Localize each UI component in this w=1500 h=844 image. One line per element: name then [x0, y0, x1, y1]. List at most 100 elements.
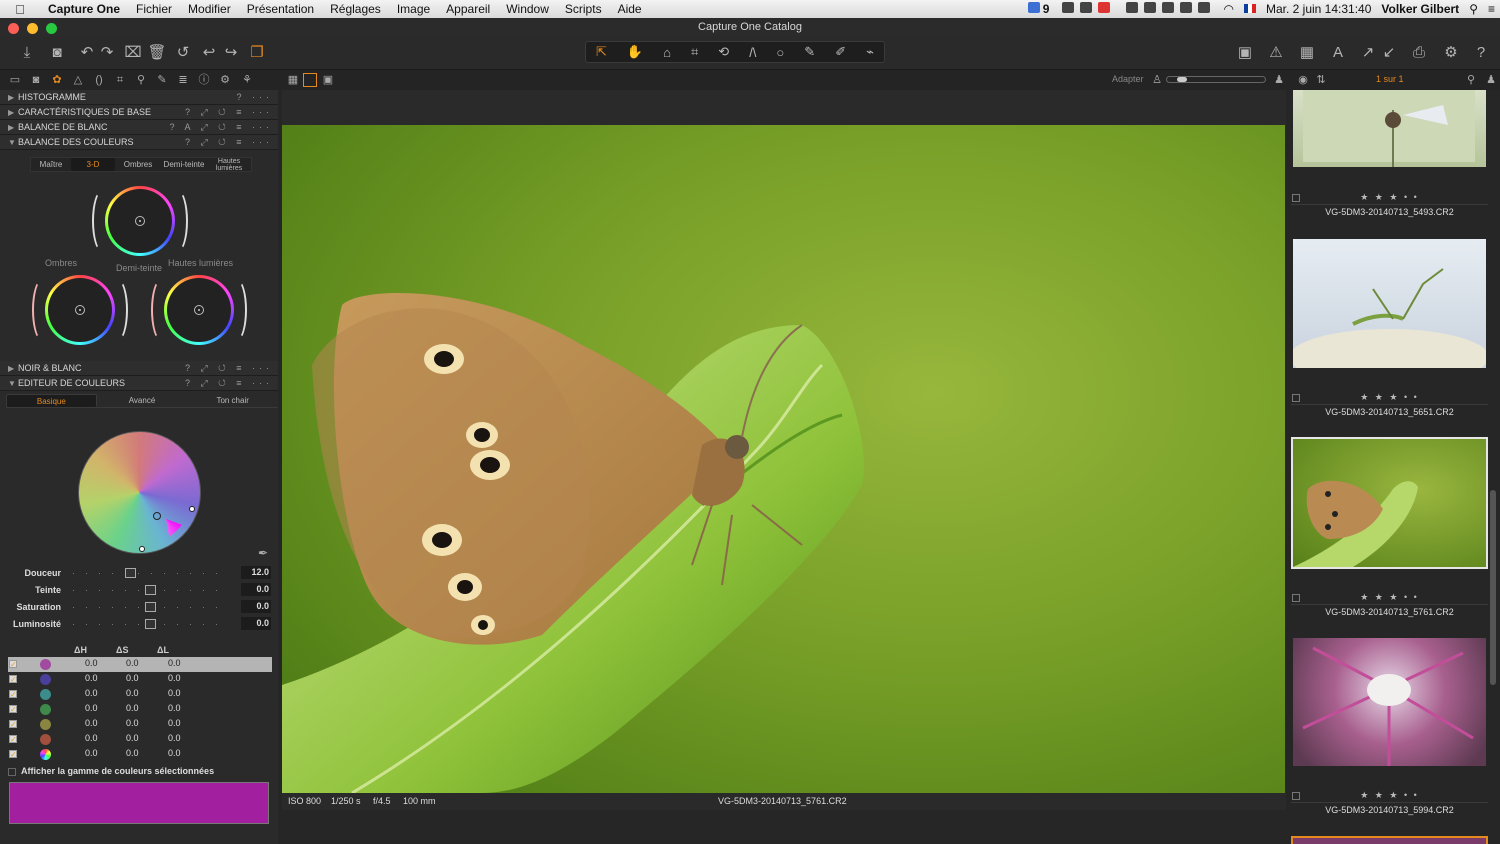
highlights-left-arc[interactable]	[151, 279, 171, 341]
table-row[interactable]: ✓ 0.0 0.0 0.0	[8, 732, 272, 747]
section-color-balance[interactable]: ▼ BALANCE DES COULEURS? ⤢ ↺ ≡ ···	[0, 135, 278, 150]
slider-teinte-value[interactable]: 0.0	[241, 583, 271, 596]
notification-center-icon[interactable]: ≡	[1483, 2, 1500, 16]
trash-icon[interactable]: 🗑	[146, 42, 168, 64]
spotlight-search-icon[interactable]: ⚲	[1464, 2, 1483, 16]
section-ce-icons[interactable]: ? ⤢ ↺ ≡ ···	[185, 376, 273, 391]
redo-icon[interactable]: ↪	[220, 42, 242, 64]
undo-icon[interactable]: ↩	[198, 42, 220, 64]
lens-tab-icon[interactable]: ()	[92, 73, 106, 87]
metadata-tab-icon[interactable]: ⓘ	[197, 73, 211, 87]
tab-basique[interactable]: Basique	[6, 394, 97, 407]
status-app-icons[interactable]	[1118, 2, 1218, 16]
show-gamut-label[interactable]: Afficher la gamme de couleurs sélectionn…	[21, 766, 214, 776]
tab-highlights[interactable]: Hautes lumières	[207, 158, 251, 172]
highlights-color-wheel[interactable]	[164, 275, 234, 345]
styles-tab-icon[interactable]: ⚘	[240, 73, 254, 87]
midtones-color-wheel[interactable]	[105, 186, 175, 256]
help-icon[interactable]: ?	[1470, 42, 1492, 64]
tab-shadows[interactable]: Ombres	[115, 158, 161, 171]
highlights-wheel-handle[interactable]	[194, 305, 204, 315]
library-tab-icon[interactable]: ▭	[8, 73, 22, 87]
thumb-5651-stars[interactable]: ★ ★ ★ • •	[1291, 392, 1488, 403]
table-row[interactable]: ✓ 0.0 0.0 0.0	[8, 657, 272, 672]
row-enable-checkbox[interactable]: ✓	[9, 750, 17, 759]
color-editor-range-handle-2[interactable]	[139, 546, 145, 552]
apple-menu-icon[interactable]: 	[0, 2, 40, 17]
color-editor-range-handle-1[interactable]	[189, 506, 195, 512]
camera-capture-icon[interactable]: ◙	[46, 42, 68, 64]
clock-text[interactable]: Mar. 2 juin 14:31:40	[1261, 2, 1376, 16]
section-black-white[interactable]: ▶ NOIR & BLANC? ⤢ ↺ ≡ ···	[0, 361, 278, 376]
rotate-tool-icon[interactable]: ⟲	[718, 44, 729, 60]
slider-douceur-value[interactable]: 12.0	[241, 566, 271, 579]
loupe-icon[interactable]: ⌂	[663, 45, 671, 60]
copy-adjustments-icon[interactable]: ↗	[1357, 42, 1379, 64]
table-row[interactable]: ✓ 0.0 0.0 0.0	[8, 702, 272, 717]
eraser-icon[interactable]: ✐	[835, 44, 846, 60]
menu-window[interactable]: Window	[498, 2, 557, 16]
keystone-icon[interactable]: /\	[749, 45, 756, 60]
menu-presentation[interactable]: Présentation	[239, 2, 322, 16]
brush-icon[interactable]: ✎	[804, 44, 815, 60]
local-adjust-tab-icon[interactable]: ✎	[155, 73, 169, 87]
apply-adjustments-icon[interactable]: ↙	[1378, 42, 1400, 64]
thumb-5761-checkbox[interactable]	[1292, 594, 1300, 602]
highlights-right-arc[interactable]	[227, 279, 247, 341]
text-overlay-icon[interactable]: A	[1327, 42, 1349, 64]
minimize-window-button[interactable]	[27, 23, 38, 34]
sort-icon[interactable]: ⇅	[1314, 73, 1328, 87]
browser-scrollbar[interactable]	[1490, 490, 1496, 685]
thumbnail-5651[interactable]	[1293, 239, 1486, 368]
tab-midtones[interactable]: Demi-teinte	[161, 158, 207, 171]
batch-tab-icon[interactable]: ⚙	[218, 73, 232, 87]
rotate-left-icon[interactable]: ↶	[76, 42, 98, 64]
capture-tab-icon[interactable]: ◙	[29, 73, 43, 87]
eye-icon[interactable]: ◉	[1296, 73, 1310, 87]
select-cursor-icon[interactable]: ⇱	[596, 44, 607, 60]
close-window-button[interactable]	[8, 23, 19, 34]
show-gamut-checkbox[interactable]	[8, 767, 16, 776]
menu-reglages[interactable]: Réglages	[322, 2, 389, 16]
color-editor-center-handle[interactable]	[153, 512, 161, 520]
menu-app[interactable]: Capture One	[40, 2, 128, 16]
row-enable-checkbox[interactable]: ✓	[9, 675, 17, 684]
color-tab-icon[interactable]: ✿	[50, 73, 64, 87]
zoom-window-button[interactable]	[46, 23, 57, 34]
rotate-right-icon[interactable]: ↷	[96, 42, 118, 64]
shadows-color-wheel[interactable]	[45, 275, 115, 345]
color-editor-wheel[interactable]	[78, 431, 201, 554]
single-view-icon[interactable]	[303, 73, 317, 87]
menu-scripts[interactable]: Scripts	[557, 2, 610, 16]
section-basic-characteristics[interactable]: ▶ CARACTÉRISTIQUES DE BASE? ⤢ ↺ ≡ ···	[0, 105, 278, 120]
settings-gear-icon[interactable]: ⚙	[1440, 42, 1462, 64]
composition-tab-icon[interactable]: ⌗	[113, 73, 127, 87]
shadows-left-arc[interactable]	[32, 279, 52, 341]
pan-hand-icon[interactable]: ✋	[627, 44, 643, 60]
midtones-left-arc[interactable]	[92, 190, 112, 252]
compare-view-icon[interactable]: ▣	[321, 73, 335, 87]
details-tab-icon[interactable]: ⚲	[134, 73, 148, 87]
menu-fichier[interactable]: Fichier	[128, 2, 180, 16]
export-icon[interactable]: ⌧	[122, 42, 144, 64]
section-color-editor[interactable]: ▼ EDITEUR DE COULEURS? ⤢ ↺ ≡ ···	[0, 376, 278, 391]
zoom-in-person-icon[interactable]: ♟	[1272, 73, 1286, 87]
table-row[interactable]: ✓ 0.0 0.0 0.0	[8, 747, 272, 762]
slider-saturation-knob[interactable]	[145, 602, 156, 612]
slider-douceur-knob[interactable]	[125, 568, 136, 578]
table-row[interactable]: ✓ 0.0 0.0 0.0	[8, 717, 272, 732]
row-enable-checkbox[interactable]: ✓	[9, 660, 17, 669]
user-name[interactable]: Volker Gilbert	[1376, 2, 1464, 16]
row-enable-checkbox[interactable]: ✓	[9, 735, 17, 744]
thumb-5761-stars[interactable]: ★ ★ ★ • •	[1291, 592, 1488, 603]
user-filter-icon[interactable]: ♟	[1484, 73, 1498, 87]
menu-appareil[interactable]: Appareil	[438, 2, 498, 16]
tab-avance[interactable]: Avancé	[97, 394, 188, 407]
row-enable-checkbox[interactable]: ✓	[9, 690, 17, 699]
menu-aide[interactable]: Aide	[610, 2, 650, 16]
thumb-5493-stars[interactable]: ★ ★ ★ • •	[1291, 192, 1488, 203]
row-enable-checkbox[interactable]: ✓	[9, 705, 17, 714]
shadows-wheel-handle[interactable]	[75, 305, 85, 315]
tab-ton-chair[interactable]: Ton chair	[187, 394, 278, 407]
midtones-wheel-handle[interactable]	[135, 216, 145, 226]
